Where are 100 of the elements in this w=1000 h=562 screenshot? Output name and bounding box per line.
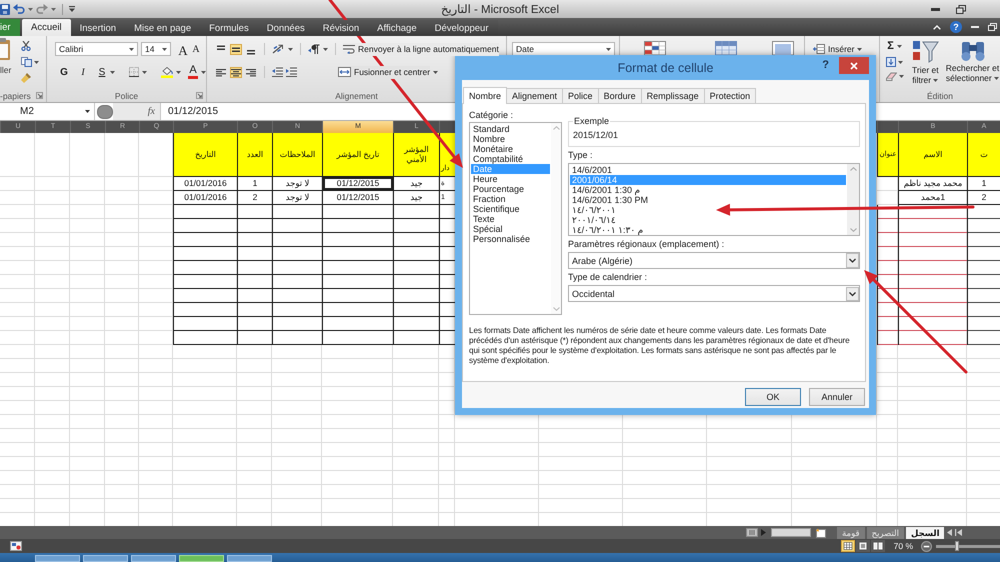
list-item[interactable]: ١٤/٠٦/٢٠٠١ ١:٣٠ م [570,225,846,235]
horizontal-align-icon[interactable] [245,66,257,78]
list-item[interactable]: ٢٠٠١/٠٦/١٤ [570,215,846,225]
caret-icon[interactable] [176,70,181,74]
font-name-dropdown[interactable]: Calibri [55,42,138,56]
name-box[interactable]: M2 [0,103,95,120]
macro-icon[interactable] [10,541,22,551]
table-grid-icon[interactable] [644,41,666,55]
launcher-icon[interactable] [196,92,203,99]
font-size-dropdown[interactable]: 14 [141,42,171,56]
merge-button[interactable]: Fusionner et centrer [338,66,430,78]
close-button[interactable] [839,57,869,74]
list-item[interactable]: Scientifique [471,204,550,214]
cell-style-icon[interactable] [772,41,794,55]
chevron-up-icon[interactable] [933,24,941,30]
caret-icon[interactable] [897,44,902,48]
locale-dropdown[interactable]: Arabe (Algérie) [568,252,860,269]
grid-icon[interactable] [840,540,855,552]
restore-icon[interactable] [956,4,966,14]
pages-icon[interactable] [870,540,885,552]
help-button[interactable]: ? [822,59,829,71]
caret-icon[interactable] [162,48,167,50]
list-item[interactable]: Personnalisée [471,234,550,244]
file-tab[interactable]: ier [0,19,20,36]
dialog-tab[interactable]: Remplissage [640,88,705,103]
shrink-font-button[interactable]: A [191,42,201,56]
dialog-tab[interactable]: Police [562,88,599,103]
brush-icon[interactable] [21,73,31,83]
text-angle-icon[interactable] [272,44,285,54]
list-item[interactable]: Monétaire [471,144,550,154]
sort-filter-button[interactable]: Trier et filtrer [908,40,943,89]
caret-icon[interactable] [129,48,134,50]
handle-icon[interactable] [97,104,113,118]
caret-icon[interactable] [110,70,115,74]
caret-icon[interactable] [85,110,90,113]
caret-icon[interactable] [994,76,1000,80]
bold-button[interactable]: G [59,66,69,78]
list-item[interactable]: Standard [471,124,550,134]
dialog-tab[interactable]: Alignement [506,88,564,103]
list-item[interactable]: Spécial [471,224,550,234]
scissors-icon[interactable] [21,41,31,51]
calendar-dropdown[interactable]: Occidental [568,285,860,302]
table-grid-icon[interactable] [715,41,737,55]
save-icon[interactable] [0,4,10,14]
caret-icon[interactable] [899,75,904,78]
horizontal-align-icon[interactable] [215,66,227,78]
dialog-tab[interactable]: Nombre [463,87,508,104]
list-item[interactable]: Nombre [471,134,550,144]
redo-icon[interactable] [36,4,48,14]
launcher-icon[interactable] [36,92,43,99]
chevron-down-icon[interactable] [846,286,859,300]
border-icon[interactable] [129,67,139,77]
caret-icon[interactable] [898,60,903,64]
increase-indent-icon[interactable] [286,67,297,77]
category-list[interactable]: Standard Nombre Monétaire Comptabilité Date Heure Pourcentage Fraction Scientifique Texte Spécial Personnalisée [469,122,562,315]
list-item[interactable]: Pourcentage [471,184,550,194]
undo-icon[interactable] [13,4,25,14]
dialog-tab[interactable]: Protection [704,88,756,103]
caret-icon[interactable] [142,70,147,74]
cancel-button[interactable]: Annuler [809,388,865,406]
caret-icon[interactable] [201,70,206,74]
sum-button[interactable]: Σ [886,40,895,52]
paragraph-icon[interactable] [308,44,320,54]
vertical-align-icon[interactable] [230,44,242,54]
dialog-tab[interactable]: Bordure [598,88,642,103]
find-select-button[interactable]: Rechercher et sélectionner [945,40,1000,89]
caret-icon[interactable] [433,70,438,74]
font-color-button[interactable]: A [188,65,198,79]
italic-button[interactable]: I [78,66,88,78]
list-item[interactable]: ١٤/٠٦/٢٠٠١ [570,205,846,215]
caret-icon[interactable] [323,48,328,50]
caret-icon[interactable] [857,48,862,50]
wrap-text-button[interactable]: Renvoyer à la ligne automatiquement [343,42,499,56]
number-format-dropdown[interactable]: Date [512,42,615,56]
help-button[interactable]: ? [950,21,962,33]
fill-down-icon[interactable] [886,57,896,67]
grow-font-button[interactable]: A [178,42,188,56]
sheet-tab[interactable]: السجل [906,526,944,538]
caret-icon[interactable] [606,48,611,50]
ribbon-tab[interactable]: Accueil [22,19,71,36]
first-sheet-icon[interactable] [955,529,962,536]
copy-icon[interactable] [21,57,32,67]
insert-sheet-icon[interactable] [814,528,828,538]
previous-sheet-icon[interactable] [947,529,952,536]
ok-button[interactable]: OK [745,388,801,406]
list-item[interactable]: 14/6/2001 1:30 م [570,185,846,195]
list-item[interactable]: 14/6/2001 1:30 PM [570,195,846,205]
underline-button[interactable]: S [97,66,107,78]
list-item[interactable]: Heure [471,174,550,184]
caret-icon[interactable] [288,48,293,50]
split-handle-icon[interactable] [746,528,758,537]
minimize-icon[interactable] [931,8,940,10]
zoom-out-icon[interactable] [921,540,932,552]
caret-icon[interactable] [34,60,39,64]
customize-icon[interactable] [69,6,75,12]
chevron-down-icon[interactable] [846,253,859,268]
caret-icon[interactable] [933,78,938,82]
list-item[interactable]: Texte [471,214,550,224]
list-item[interactable]: Fraction [471,194,550,204]
insert-function-button[interactable]: fx [113,103,160,120]
